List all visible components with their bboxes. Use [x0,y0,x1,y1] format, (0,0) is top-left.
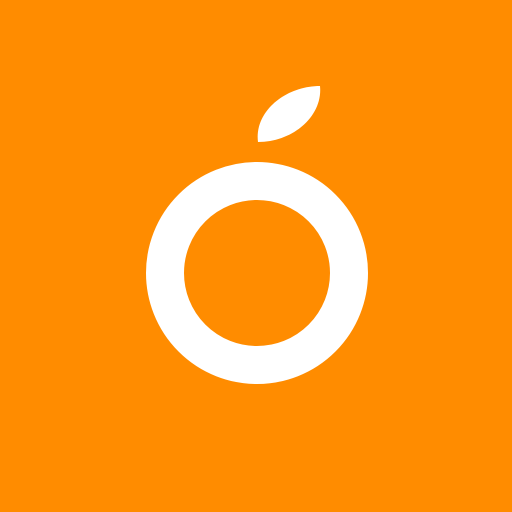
orange-logo-icon [0,0,512,512]
icon-background [0,0,512,512]
app-icon [0,0,512,512]
